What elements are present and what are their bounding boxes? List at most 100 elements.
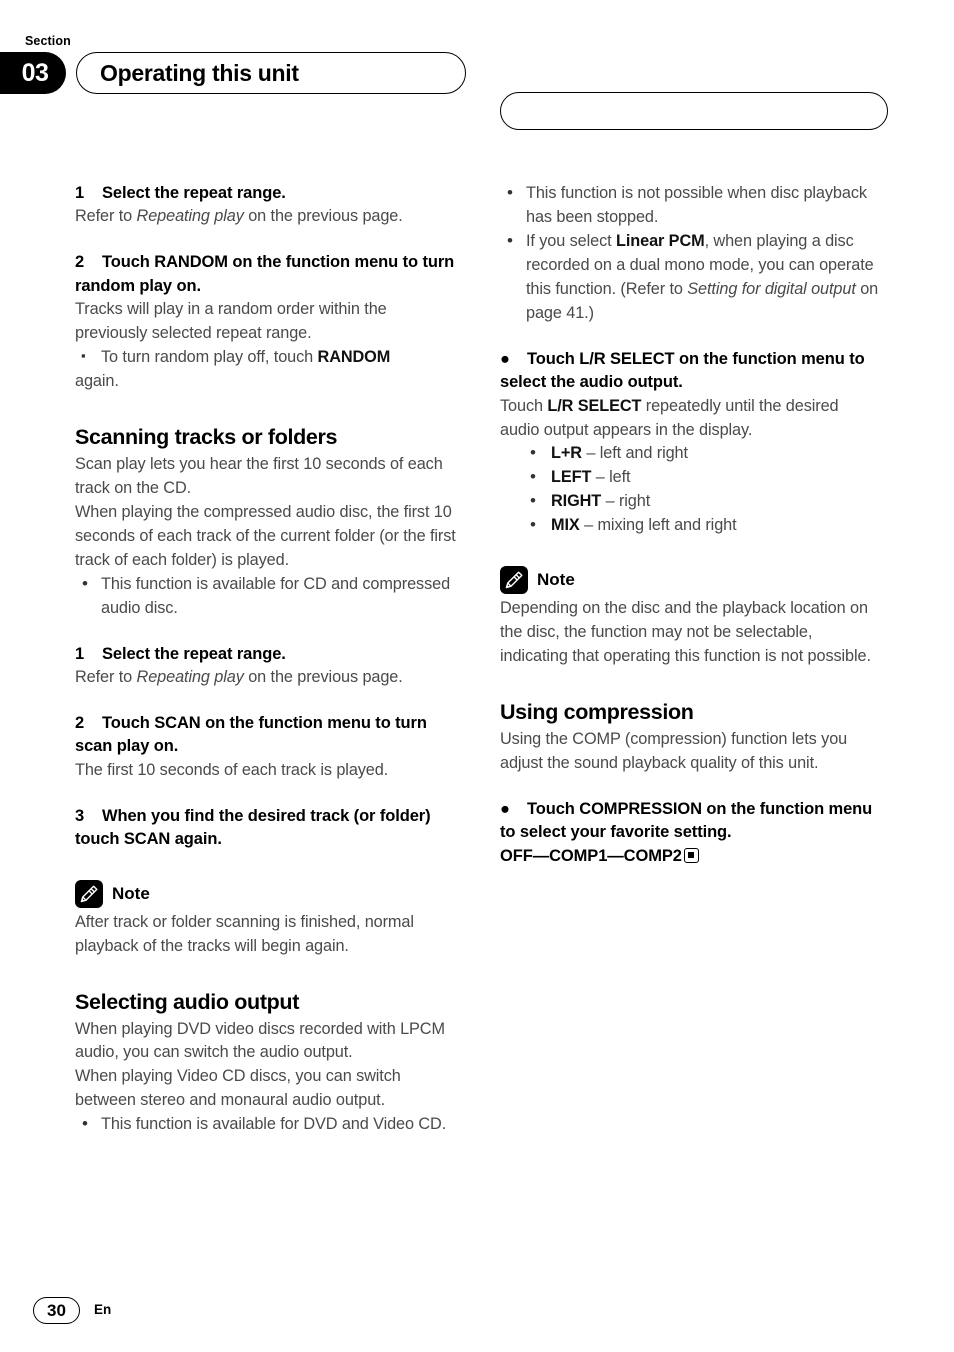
step-body: Refer to Repeating play on the previous …	[75, 205, 457, 229]
bullet-text-pre: If you select	[526, 231, 616, 250]
step-scan-1: 1 Select the repeat range. Refer to Repea…	[75, 643, 457, 690]
bullet-text-bold: Linear PCM	[616, 231, 705, 250]
step-title: When you find the desired track (or fold…	[75, 806, 431, 849]
bullet-text-post: again.	[75, 372, 119, 391]
step-number: 1	[75, 184, 85, 202]
step-body: Touch L/R SELECT repeatedly until the de…	[500, 395, 882, 443]
section-heading: Scanning tracks or folders	[75, 425, 338, 450]
option-desc: – left	[591, 468, 631, 487]
step-heading: 1 Select the repeat range.	[75, 643, 457, 666]
note-block-scanning: Note After track or folder scanning is f…	[75, 879, 457, 959]
section-label: Section	[25, 34, 71, 48]
step-number: 1	[75, 644, 85, 663]
step-body: The first 10 seconds of each track is pl…	[75, 760, 389, 779]
language-code: En	[94, 1302, 112, 1317]
note-label: Note	[112, 883, 150, 903]
bullet-list: This function is available for CD and co…	[75, 572, 457, 621]
body-text-post: on the previous page.	[243, 207, 403, 226]
section-using-compression: Using compression Using the COMP (compre…	[500, 699, 882, 868]
list-item: RIGHT – right	[525, 489, 882, 514]
body-text-bold: L/R SELECT	[547, 396, 642, 415]
step-heading: ● Touch L/R SELECT on the function menu t…	[500, 348, 882, 395]
step-body: Refer to Repeating play on the previous …	[75, 666, 457, 690]
step-title: Touch RANDOM on the function menu to tur…	[75, 253, 455, 295]
bullet-text-bold: RANDOM	[317, 348, 391, 367]
section-heading: Using compression	[500, 700, 694, 725]
body-text-pre: Refer to	[75, 668, 137, 687]
list-item: If you select Linear PCM, when playing a…	[500, 229, 882, 326]
section-body-1: Using the COMP (compression) function le…	[500, 730, 848, 773]
step-heading: 2 Touch SCAN on the function menu to turn…	[75, 712, 457, 759]
bullet-list: This function is available for DVD and V…	[75, 1112, 457, 1137]
step-body: Tracks will play in a random order withi…	[75, 300, 387, 343]
page-title: Operating this unit	[100, 59, 299, 86]
pencil-icon	[500, 566, 528, 595]
step-scan-2: 2 Touch SCAN on the function menu to turn…	[75, 712, 457, 783]
section-selecting-audio-output: Selecting audio output When playing DVD …	[75, 989, 457, 1138]
step-number: 2	[75, 714, 85, 733]
step-heading: ● Touch COMPRESSION on the function menu …	[500, 798, 882, 868]
audio-output-options-list: L+R – left and right LEFT – left RIGHT –…	[525, 441, 882, 538]
list-item: This function is not possible when disc …	[500, 181, 882, 230]
page-header: Section 03 Operating this unit	[0, 34, 954, 130]
step-heading: 1 Select the repeat range.	[75, 182, 457, 205]
cross-reference-italic: Repeating play	[136, 207, 244, 226]
list-item: To turn random play off, touch RANDOM ag…	[75, 346, 457, 394]
step-random-1: 1 Select the repeat range. Refer to Repea…	[75, 182, 457, 229]
option-key: L+R	[551, 444, 582, 463]
blank-header-pill	[500, 92, 888, 130]
option-desc: – left and right	[581, 444, 688, 463]
step-random-2: 2 Touch RANDOM on the function menu to tu…	[75, 251, 457, 394]
step-title: Touch L/R SELECT on the function menu to…	[500, 349, 865, 392]
option-key: MIX	[551, 516, 580, 535]
page-number: 30	[33, 1297, 80, 1324]
note-body: Depending on the disc and the playback l…	[500, 599, 871, 666]
body-text-post: on the previous page.	[243, 668, 403, 687]
list-item: LEFT – left	[525, 465, 882, 490]
step-heading: 3 When you find the desired track (or fol…	[75, 805, 457, 852]
step-number: 3	[75, 806, 85, 825]
step-scan-3: 3 When you find the desired track (or fol…	[75, 805, 457, 852]
step-title: Touch COMPRESSION on the function menu t…	[500, 799, 873, 842]
page-footer: 30 En	[33, 1297, 111, 1324]
note-label: Note	[537, 570, 575, 590]
cross-reference-italic: Setting for digital output	[687, 279, 856, 298]
step-title: Select the repeat range.	[102, 644, 286, 663]
square-bullet-list: To turn random play off, touch RANDOM ag…	[75, 346, 457, 394]
list-item: This function is available for DVD and V…	[75, 1112, 457, 1137]
end-of-section-icon	[683, 847, 699, 863]
list-item: This function is available for CD and co…	[75, 572, 457, 621]
left-column: 1 Select the repeat range. Refer to Repea…	[75, 182, 457, 1137]
compression-settings: OFF—COMP1—COMP2	[500, 846, 682, 865]
note-header: Note	[75, 879, 457, 908]
section-body-2: When playing the compressed audio disc, …	[75, 502, 456, 569]
section-body-1: When playing DVD video discs recorded wi…	[75, 1019, 445, 1062]
top-bullet-list: This function is not possible when disc …	[500, 181, 882, 326]
list-item: MIX – mixing left and right	[525, 513, 882, 538]
option-desc: – mixing left and right	[579, 516, 737, 535]
bullet-text-pre: To turn random play off, touch	[101, 348, 318, 367]
note-header: Note	[500, 566, 882, 595]
bullet-marker: ●	[500, 349, 510, 368]
option-desc: – right	[601, 492, 651, 511]
compression-settings-line: OFF—COMP1—COMP2	[500, 845, 882, 868]
instruction-lr-select: ● Touch L/R SELECT on the function menu t…	[500, 348, 882, 539]
option-key: LEFT	[551, 468, 592, 487]
cross-reference-italic: Repeating play	[136, 668, 244, 687]
step-title: Select the repeat range.	[102, 184, 286, 202]
section-number-badge: 03	[0, 52, 66, 94]
step-heading: 2 Touch RANDOM on the function menu to tu…	[75, 251, 457, 298]
instruction-compression: ● Touch COMPRESSION on the function menu …	[500, 798, 882, 868]
note-body: After track or folder scanning is finish…	[75, 912, 414, 955]
section-scanning-tracks-or-folders: Scanning tracks or folders Scan play let…	[75, 424, 457, 621]
pencil-icon	[75, 879, 103, 908]
chapter-title-pill: Operating this unit	[76, 52, 466, 94]
list-item: L+R – left and right	[525, 441, 882, 466]
section-body-1: Scan play lets you hear the first 10 sec…	[75, 454, 443, 497]
section-body-2: When playing Video CD discs, you can swi…	[75, 1067, 401, 1110]
body-text-pre: Touch	[500, 396, 548, 415]
note-block-lr-select: Note Depending on the disc and the playb…	[500, 566, 882, 669]
step-title: Touch SCAN on the function menu to turn …	[75, 714, 427, 756]
right-column: This function is not possible when disc …	[500, 181, 882, 868]
section-heading: Selecting audio output	[75, 989, 300, 1014]
